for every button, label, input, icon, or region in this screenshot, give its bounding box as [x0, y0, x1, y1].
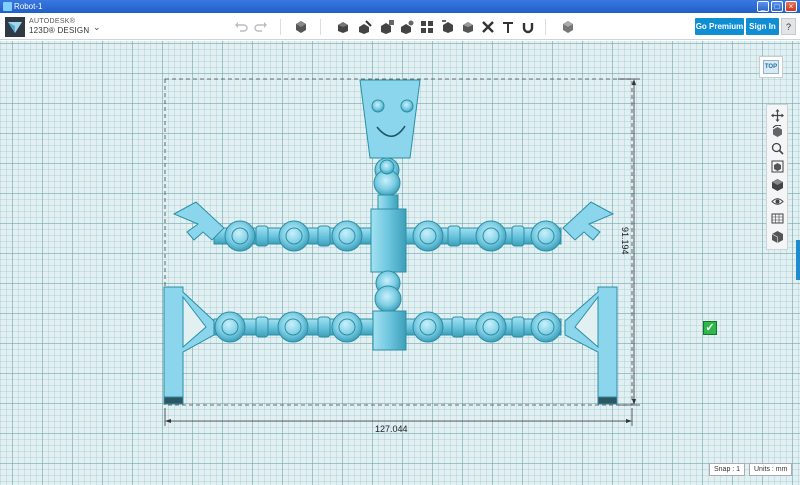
model-viewport[interactable]	[0, 41, 800, 485]
zoom-icon[interactable]	[771, 142, 784, 155]
robot-model[interactable]	[163, 79, 618, 405]
logo-brand: AUTODESK®	[29, 18, 76, 25]
width-dimension-label[interactable]: 127.044	[375, 424, 408, 434]
combine-icon[interactable]	[461, 20, 475, 34]
confirm-checkbox-icon[interactable]: ✓	[703, 321, 717, 335]
snap-status[interactable]: Snap : 1	[709, 463, 746, 476]
view-cube[interactable]: TOP	[759, 56, 783, 78]
maximize-button[interactable]: □	[771, 1, 783, 12]
units-status[interactable]: Units : mm	[749, 463, 793, 476]
snap-magnet-icon[interactable]	[521, 20, 535, 34]
help-button[interactable]: ?	[781, 18, 796, 35]
close-button[interactable]: ×	[785, 1, 797, 12]
sketch-icon[interactable]	[358, 20, 372, 34]
navigation-panel	[766, 104, 788, 250]
toolbar-separator	[320, 19, 321, 35]
view-cube-top-face[interactable]: TOP	[763, 60, 779, 74]
minimize-button[interactable]: _	[757, 1, 769, 12]
grouping-icon[interactable]	[441, 20, 455, 34]
orbit-icon[interactable]	[771, 125, 784, 138]
material-view-icon[interactable]	[771, 230, 784, 243]
visibility-eye-icon[interactable]	[771, 195, 784, 208]
construct-icon[interactable]	[380, 20, 394, 34]
window-titlebar: Robot-1 _ □ ×	[0, 0, 800, 13]
app-icon	[3, 2, 12, 11]
fit-view-icon[interactable]	[771, 160, 784, 173]
delete-icon[interactable]	[481, 20, 495, 34]
grid-snap-icon[interactable]	[771, 212, 784, 225]
perspective-icon[interactable]	[771, 178, 784, 191]
app-logo-icon[interactable]	[5, 17, 25, 37]
toolbar-separator	[545, 19, 546, 35]
window-title: Robot-1	[14, 2, 43, 11]
pan-icon[interactable]	[771, 109, 784, 122]
undo-icon[interactable]	[234, 20, 248, 34]
height-dimension-label[interactable]: 91.194	[620, 227, 630, 255]
modify-icon[interactable]	[400, 20, 414, 34]
logo-product: 123D® DESIGN	[29, 26, 90, 35]
material-icon[interactable]	[561, 20, 575, 34]
side-panel-tab[interactable]	[796, 240, 800, 280]
primitives-icon[interactable]	[336, 20, 350, 34]
main-toolbar: AUTODESK® 123D® DESIGN ⌄ Go Premium Sign…	[0, 13, 800, 40]
sign-in-button[interactable]: Sign In	[746, 18, 779, 35]
transform-icon[interactable]	[294, 20, 308, 34]
text-icon[interactable]	[501, 20, 515, 34]
go-premium-button[interactable]: Go Premium	[695, 18, 744, 35]
pattern-icon[interactable]	[420, 20, 434, 34]
app-menu-chevron-icon[interactable]: ⌄	[93, 22, 101, 33]
toolbar-separator	[280, 19, 281, 35]
redo-icon[interactable]	[254, 20, 268, 34]
